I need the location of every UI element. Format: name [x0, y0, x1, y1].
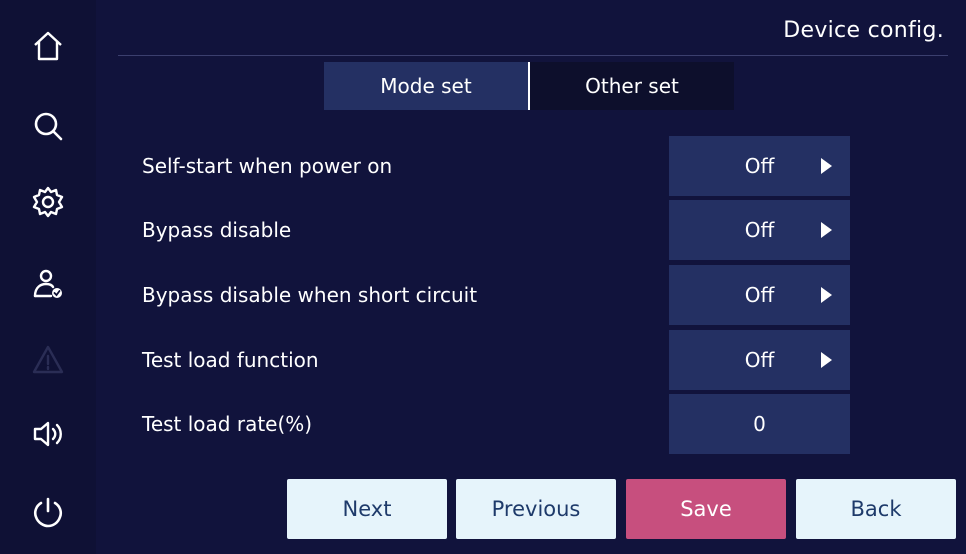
power-icon[interactable] [28, 492, 68, 532]
setting-label: Bypass disable when short circuit [142, 283, 478, 307]
arrow-right-icon [821, 158, 832, 174]
page-title: Device config. [783, 18, 944, 43]
setting-label: Test load rate(%) [142, 412, 313, 436]
device-config-screen: Device config. Mode set Other set Self-s… [0, 0, 966, 554]
gear-icon[interactable] [28, 182, 68, 222]
tab-bar: Mode set Other set [324, 62, 734, 110]
setting-value-selector[interactable]: Off [669, 330, 850, 390]
setting-row-self-start: Self-start when power on Off [142, 136, 852, 196]
arrow-right-icon [821, 352, 832, 368]
setting-label: Bypass disable [142, 218, 292, 242]
header-divider [118, 55, 948, 56]
setting-row-test-load-function: Test load function Off [142, 330, 852, 390]
sidebar [0, 0, 96, 554]
arrow-right-icon [821, 222, 832, 238]
warning-icon [28, 340, 68, 380]
search-icon[interactable] [28, 106, 68, 146]
setting-value-selector[interactable]: Off [669, 136, 850, 196]
setting-row-bypass-short-circuit: Bypass disable when short circuit Off [142, 265, 852, 325]
back-button[interactable]: Back [796, 479, 956, 539]
setting-label: Test load function [142, 348, 319, 372]
setting-value: 0 [753, 412, 766, 436]
save-button[interactable]: Save [626, 479, 786, 539]
previous-button[interactable]: Previous [456, 479, 616, 539]
user-check-icon[interactable] [28, 264, 68, 304]
tab-other-set[interactable]: Other set [530, 62, 734, 110]
setting-row-bypass-disable: Bypass disable Off [142, 200, 852, 260]
setting-row-test-load-rate: Test load rate(%) 0 [142, 394, 852, 454]
home-icon[interactable] [28, 26, 68, 66]
speaker-icon[interactable] [28, 414, 68, 454]
arrow-right-icon [821, 287, 832, 303]
setting-value-selector[interactable]: Off [669, 200, 850, 260]
next-button[interactable]: Next [287, 479, 447, 539]
tab-mode-set[interactable]: Mode set [324, 62, 528, 110]
setting-value-selector[interactable]: Off [669, 265, 850, 325]
setting-label: Self-start when power on [142, 154, 393, 178]
setting-value-input[interactable]: 0 [669, 394, 850, 454]
